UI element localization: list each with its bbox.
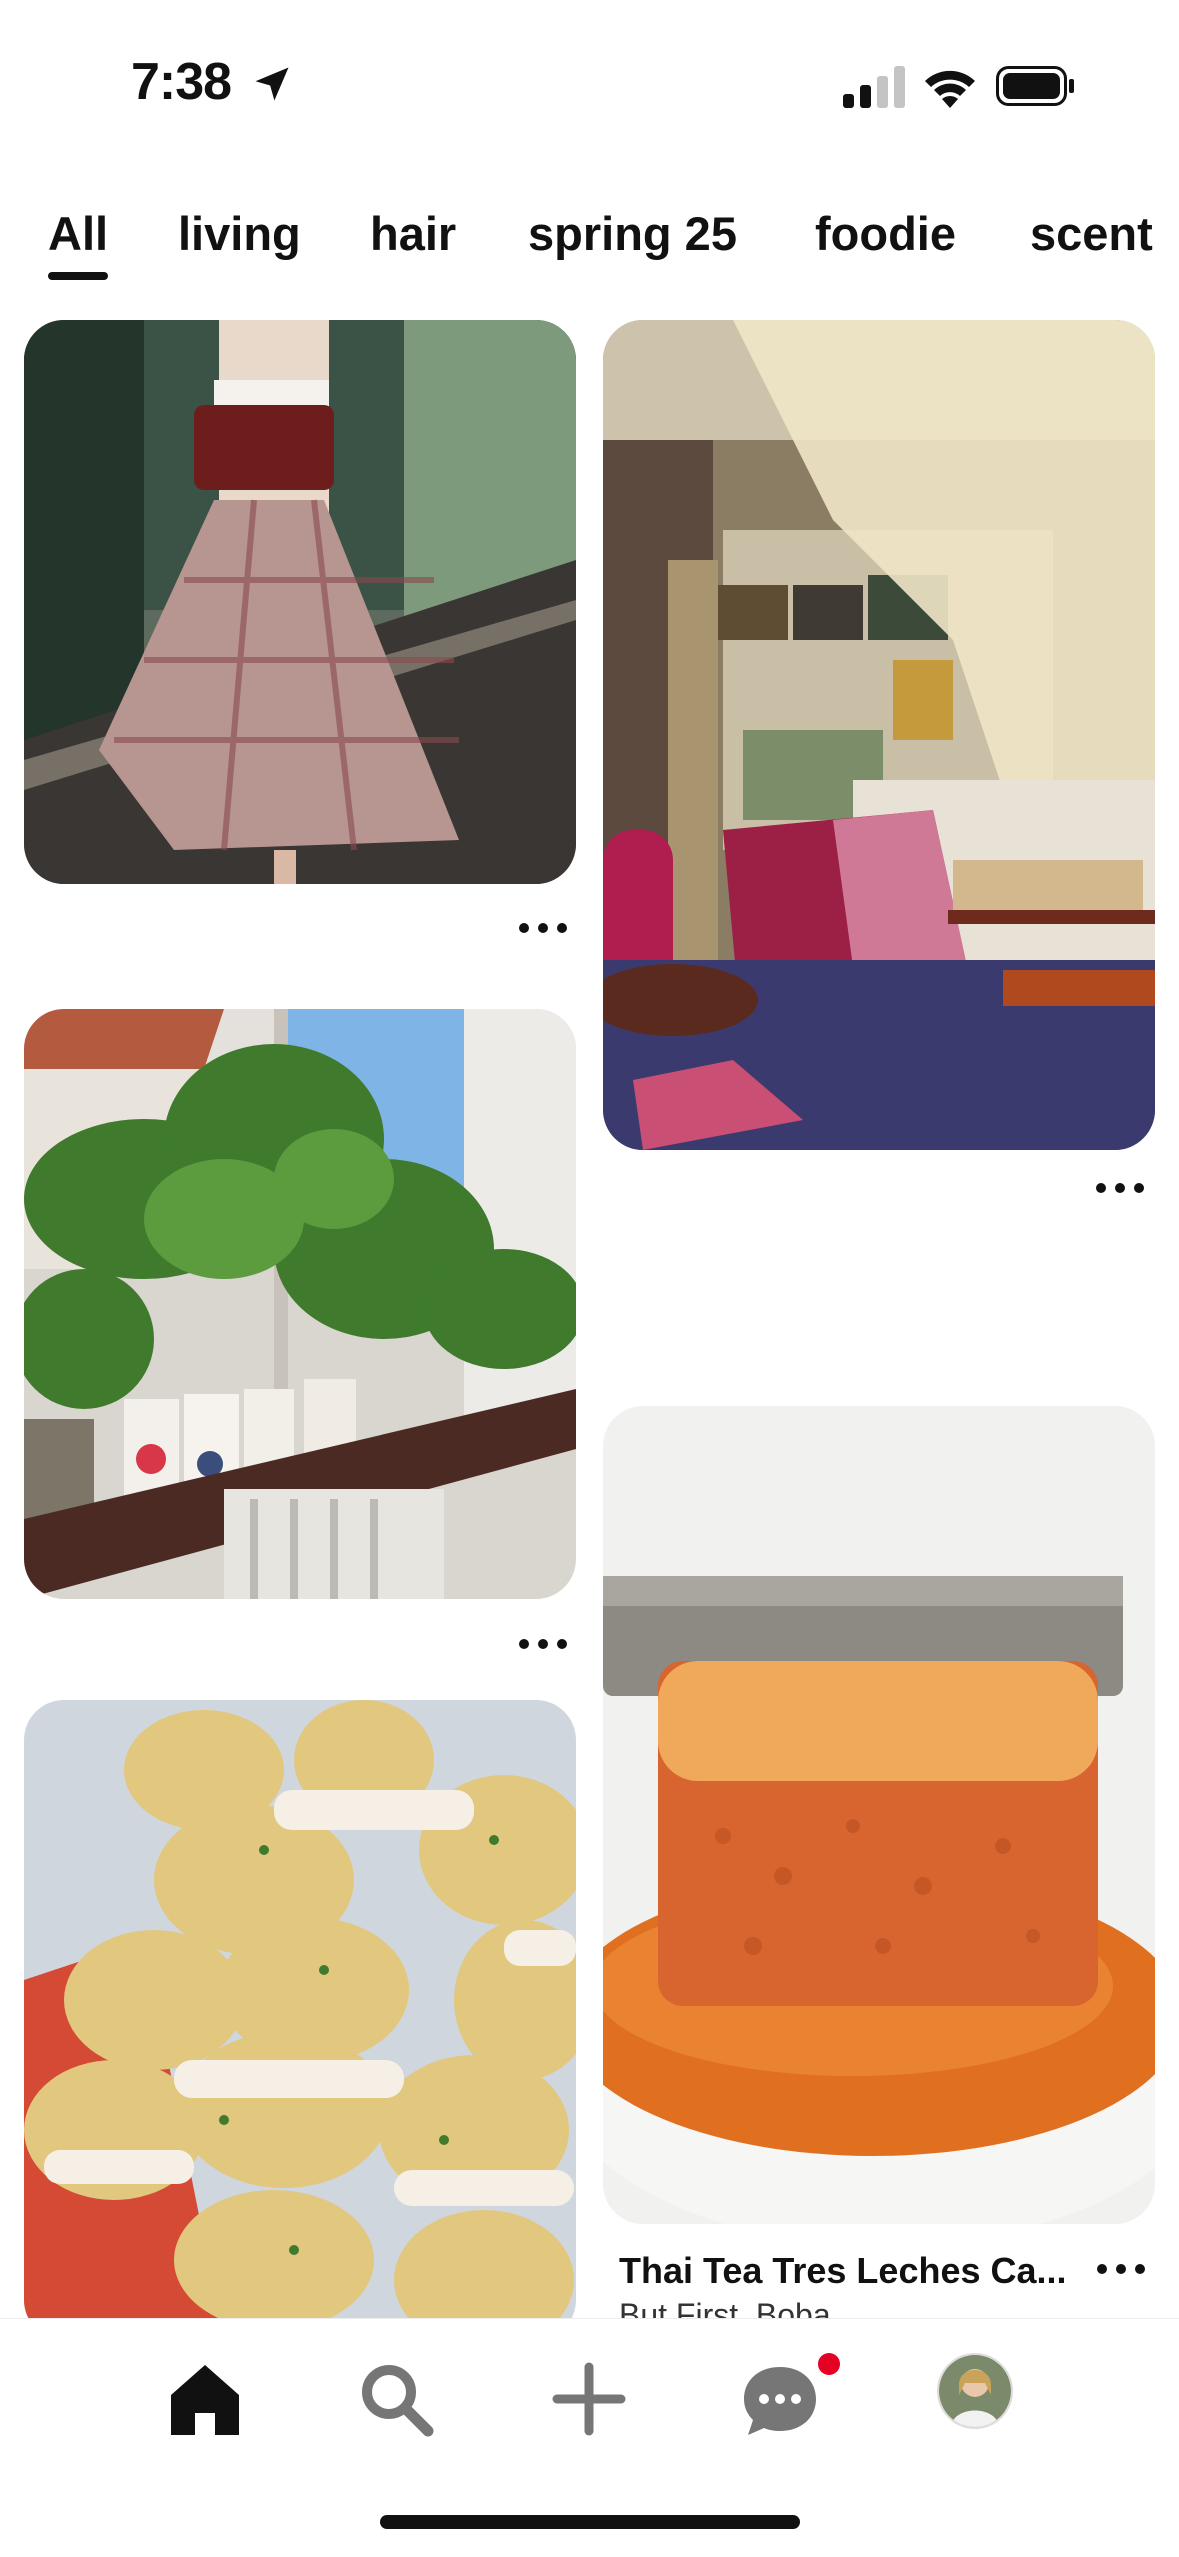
tab-spring-25[interactable]: spring 25 [528,206,737,261]
more-options-icon[interactable] [519,912,579,942]
sandwich-cookies-pin[interactable] [24,1700,576,2340]
home-icon[interactable] [165,2359,245,2439]
board-tabs: All living hair spring 25 foodie scent [0,180,1179,290]
more-options-icon[interactable] [1097,2253,1157,2283]
canopy-bedroom-pin[interactable] [603,320,1155,1150]
plaid-skirt-pin[interactable] [24,320,576,884]
status-bar: 7:38 [0,0,1179,150]
notification-dot [818,2353,840,2375]
tab-scent[interactable]: scent [1030,206,1153,261]
thai-tea-cake-pin[interactable] [603,1406,1155,2224]
more-options-icon[interactable] [1096,1172,1156,1202]
messages-icon[interactable] [740,2359,820,2439]
tab-all[interactable]: All [48,206,108,261]
bedroom-image [603,320,1155,1150]
more-options-icon[interactable] [519,1628,579,1658]
pin-title[interactable]: Thai Tea Tres Leches Ca... [619,2250,1089,2292]
profile-avatar[interactable] [937,2353,1013,2429]
tab-hair[interactable]: hair [370,206,456,261]
tomato-seedlings-pin[interactable] [24,1009,576,1599]
tab-foodie[interactable]: foodie [815,206,956,261]
cellular-signal-icon [843,66,905,108]
wifi-icon [925,70,975,108]
cookies-image [24,1700,576,2340]
battery-icon [996,66,1074,106]
location-arrow-icon [255,67,289,101]
selected-tab-indicator [48,272,108,280]
home-indicator [380,2515,800,2529]
thai-tea-cake-image [603,1406,1155,2224]
seedlings-image [24,1009,576,1599]
status-time: 7:38 [131,53,232,111]
search-icon[interactable] [356,2359,436,2439]
plaid-skirt-image [24,320,576,884]
tab-living[interactable]: living [178,206,301,261]
bottom-navigation [0,2318,1179,2557]
create-plus-icon[interactable] [549,2359,629,2439]
